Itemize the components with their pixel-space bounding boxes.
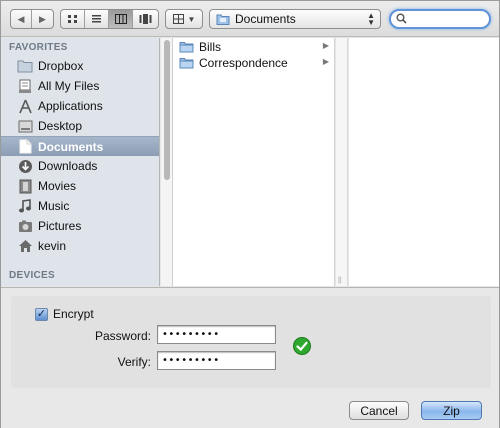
- sidebar-item-desktop[interactable]: Desktop: [1, 116, 159, 136]
- verify-label: Verify:: [117, 355, 151, 369]
- sidebar-item-label: Music: [38, 199, 70, 213]
- arrange-button-content: ▼: [166, 10, 202, 28]
- music-icon: [17, 198, 33, 214]
- arrange-button[interactable]: ▼: [165, 9, 203, 29]
- checkmark-success-icon: [293, 337, 311, 355]
- documents-icon: [17, 139, 33, 155]
- sidebar-header-devices: DEVICES: [9, 270, 56, 281]
- path-popup-label: Documents: [235, 12, 296, 26]
- back-forward-control: ◀ ▶: [10, 9, 54, 29]
- triangle-right-icon: ▶: [39, 13, 46, 24]
- list-view-icon: [92, 15, 101, 23]
- list-item-bills[interactable]: Bills ▶: [173, 39, 334, 55]
- all-files-icon: [17, 78, 33, 94]
- desktop-icon: [17, 118, 33, 134]
- search-icon: [396, 13, 407, 24]
- list-view-button[interactable]: [85, 10, 109, 28]
- coverflow-view-button[interactable]: [133, 10, 157, 28]
- browser-column-2: [336, 38, 348, 286]
- column-view-button[interactable]: [109, 10, 133, 28]
- coverflow-view-icon: [139, 14, 151, 24]
- icon-view-button[interactable]: [61, 10, 85, 28]
- view-mode-control: [60, 9, 159, 29]
- options-panel: ✓ Encrypt Password: Verify: Cancel Zip: [1, 287, 499, 428]
- cancel-button[interactable]: Cancel: [349, 401, 409, 420]
- pictures-icon: [17, 218, 33, 234]
- chevron-down-icon: ▼: [187, 14, 196, 24]
- encrypt-checkbox[interactable]: ✓: [35, 307, 48, 321]
- toolbar: ◀ ▶ ▼ Documents ▲ ▼: [1, 1, 499, 37]
- sidebar-scrollbar[interactable]: [161, 38, 173, 286]
- sidebar-item-label: Dropbox: [38, 59, 84, 73]
- disclosure-arrow-icon: ▶: [322, 57, 329, 66]
- encrypt-option[interactable]: ✓ Encrypt: [35, 307, 94, 321]
- downloads-icon: [17, 158, 33, 174]
- sidebar-item-pictures[interactable]: Pictures: [1, 216, 159, 236]
- sidebar-item-label: Movies: [38, 179, 77, 193]
- home-icon: [17, 238, 33, 254]
- sidebar-header-favorites: FAVORITES: [9, 42, 68, 53]
- search-field[interactable]: [389, 9, 491, 29]
- search-input[interactable]: [411, 12, 485, 26]
- password-field[interactable]: [157, 325, 276, 344]
- folder-icon: [179, 42, 194, 53]
- disclosure-arrow-icon: ▶: [322, 41, 329, 50]
- triangle-left-icon: ◀: [17, 13, 25, 24]
- verify-field[interactable]: [157, 351, 276, 370]
- list-item-label: Correspondence: [199, 56, 288, 70]
- applications-icon: [17, 98, 33, 114]
- sidebar-item-label: Applications: [38, 99, 103, 113]
- icon-view-icon: [68, 15, 77, 23]
- sidebar-scroll-thumb[interactable]: [164, 40, 170, 180]
- sidebar-item-movies[interactable]: Movies: [1, 176, 159, 196]
- path-popup[interactable]: Documents ▲ ▼: [209, 9, 381, 29]
- zip-button[interactable]: Zip: [421, 401, 482, 420]
- folder-icon: [216, 14, 230, 25]
- list-item-label: Bills: [199, 40, 222, 54]
- password-label: Password:: [94, 329, 151, 343]
- sidebar-item-kevin[interactable]: kevin: [1, 236, 159, 256]
- browser-column-1: Bills ▶ Correspondence ▶: [173, 38, 335, 286]
- folder-icon: [179, 58, 194, 69]
- back-button[interactable]: ◀: [11, 10, 32, 28]
- sidebar-item-all-my-files[interactable]: All My Files: [1, 76, 159, 96]
- movies-icon: [17, 178, 33, 194]
- sidebar-item-music[interactable]: Music: [1, 196, 159, 216]
- save-dialog: ◀ ▶ ▼ Documents ▲ ▼ FAVORITES Dropbox Al…: [0, 0, 500, 428]
- sidebar-item-label: Downloads: [38, 159, 98, 173]
- browser-column-3: [349, 38, 499, 286]
- up-down-arrows-icon: ▲ ▼: [367, 11, 375, 27]
- sidebar-item-dropbox[interactable]: Dropbox: [1, 56, 159, 76]
- sidebar-item-documents[interactable]: Documents: [1, 136, 159, 156]
- sidebar-item-label: kevin: [38, 239, 67, 253]
- encrypt-label: Encrypt: [53, 307, 94, 321]
- grid-arrange-icon: [172, 14, 184, 24]
- sidebar-item-label: Documents: [38, 139, 104, 154]
- column-view-icon: [114, 14, 127, 24]
- list-item-correspondence[interactable]: Correspondence ▶: [173, 55, 334, 71]
- forward-button[interactable]: ▶: [32, 10, 53, 28]
- sidebar-item-label: Desktop: [38, 119, 83, 133]
- column-resize-handle-icon[interactable]: ||: [338, 277, 342, 284]
- sidebar-item-label: Pictures: [38, 219, 82, 233]
- folder-icon: [17, 58, 33, 74]
- sidebar-item-downloads[interactable]: Downloads: [1, 156, 159, 176]
- sidebar-item-label: All My Files: [38, 79, 100, 93]
- sidebar-item-applications[interactable]: Applications: [1, 96, 159, 116]
- sidebar: FAVORITES Dropbox All My Files Applicati…: [1, 38, 160, 286]
